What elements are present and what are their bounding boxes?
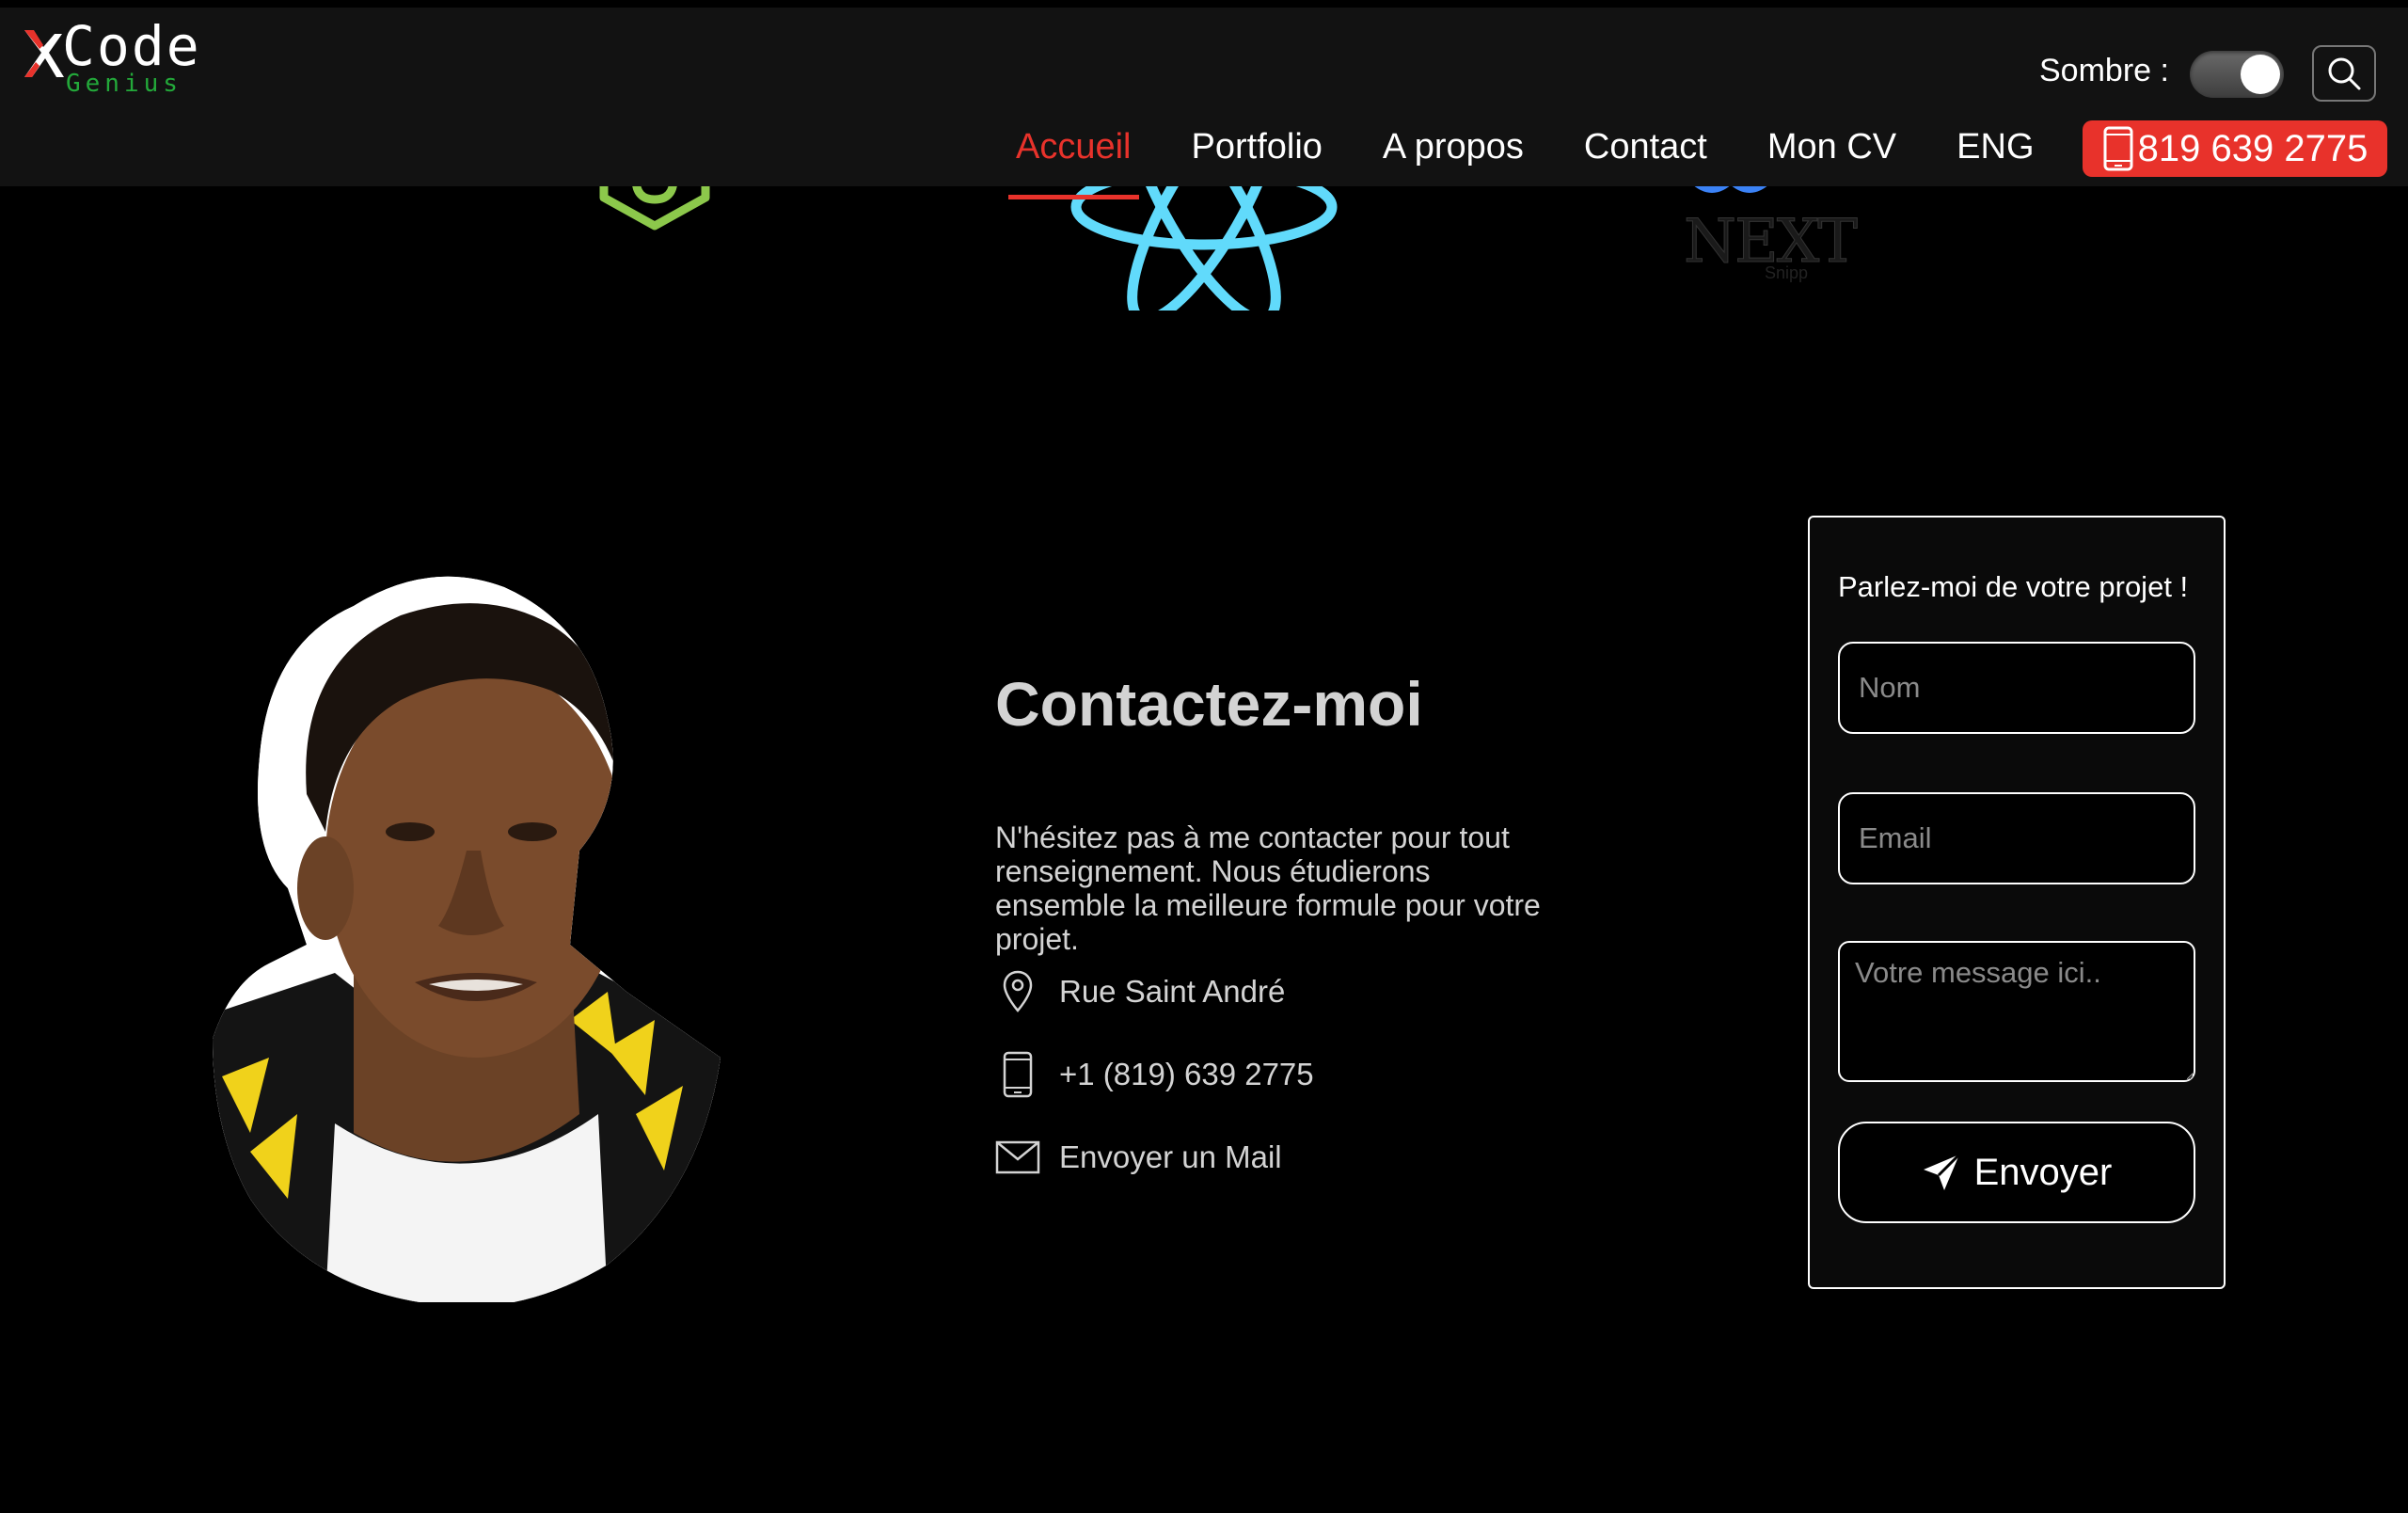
form-title: Parlez-moi de votre projet ! bbox=[1838, 570, 2189, 603]
nav-item-portfolio[interactable]: Portfolio bbox=[1192, 127, 1323, 167]
mail-link[interactable]: Envoyer un Mail bbox=[1059, 1139, 1282, 1175]
logo-x-icon bbox=[24, 30, 64, 77]
location-pin-icon bbox=[995, 967, 1040, 1016]
name-field[interactable] bbox=[1838, 642, 2195, 734]
message-field[interactable] bbox=[1838, 941, 2195, 1082]
nav-item-language[interactable]: ENG bbox=[1956, 127, 2034, 167]
phone-text[interactable]: +1 (819) 639 2775 bbox=[1059, 1057, 1314, 1092]
envelope-icon bbox=[995, 1133, 1040, 1182]
logo-main-text: Code bbox=[62, 14, 201, 78]
mail-row[interactable]: Envoyer un Mail bbox=[995, 1133, 1282, 1182]
search-icon bbox=[2328, 57, 2361, 90]
main-nav: Accueil Portfolio A propos Contact Mon C… bbox=[1008, 119, 2095, 199]
site-header: Code Genius Sombre : Accueil Portfolio A… bbox=[0, 0, 2408, 199]
mobile-phone-icon bbox=[995, 1050, 1040, 1099]
nav-item-a-propos[interactable]: A propos bbox=[1383, 127, 1524, 167]
nextjs-subtext: Snipp bbox=[1765, 263, 1809, 282]
contact-title: Contactez-moi bbox=[995, 669, 1423, 739]
address-text: Rue Saint André bbox=[1059, 974, 1286, 1009]
phone-button-label: 819 639 2775 bbox=[2137, 127, 2368, 169]
logo-wordmark: Code bbox=[62, 19, 201, 73]
phone-icon bbox=[2103, 126, 2133, 171]
nav-item-contact[interactable]: Contact bbox=[1584, 127, 1707, 167]
contact-description: N'hésitez pas à me contacter pour tout r… bbox=[995, 820, 1541, 956]
theme-label: Sombre : bbox=[2039, 53, 2169, 88]
search-button[interactable] bbox=[2312, 45, 2376, 102]
brand-logo[interactable]: Code Genius bbox=[21, 19, 209, 98]
address-row: Rue Saint André bbox=[995, 967, 1285, 1016]
phone-row[interactable]: +1 (819) 639 2775 bbox=[995, 1050, 1314, 1099]
toggle-knob bbox=[2241, 55, 2280, 94]
send-button[interactable]: Envoyer bbox=[1838, 1122, 2195, 1223]
send-icon bbox=[1923, 1153, 1960, 1190]
phone-call-button[interactable]: 819 639 2775 bbox=[2083, 120, 2387, 177]
logo-subtitle: Genius bbox=[66, 70, 182, 98]
contact-form: Parlez-moi de votre projet ! Envoyer bbox=[1808, 516, 2226, 1289]
nav-item-mon-cv[interactable]: Mon CV bbox=[1767, 127, 1896, 167]
send-button-label: Envoyer bbox=[1973, 1151, 2113, 1193]
nav-item-accueil[interactable]: Accueil bbox=[1008, 127, 1138, 199]
email-field[interactable] bbox=[1838, 792, 2195, 884]
profile-photo bbox=[213, 576, 721, 1302]
nextjs-logo-icon: NEXT Snipp bbox=[1674, 169, 1862, 292]
theme-toggle[interactable] bbox=[2190, 51, 2284, 98]
